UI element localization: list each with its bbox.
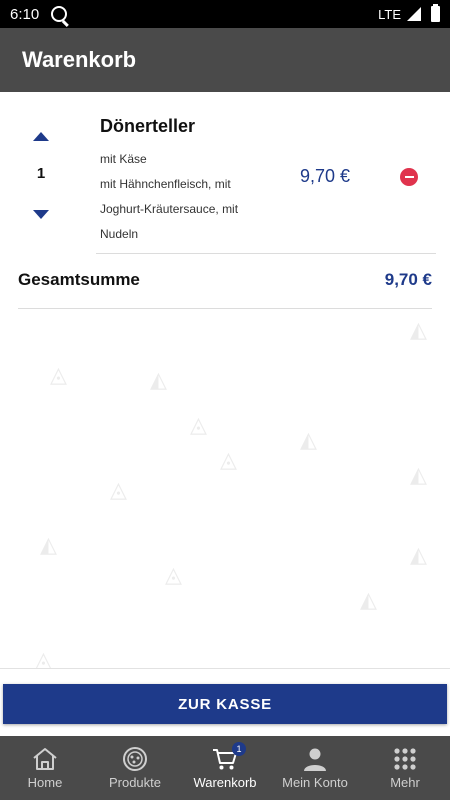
increase-quantity-arrow-icon[interactable] <box>33 132 49 141</box>
total-value: 9,70 € <box>384 270 432 289</box>
nav-label-mein-konto: Mein Konto <box>282 775 348 790</box>
nav-item-mehr[interactable]: Mehr <box>360 736 450 800</box>
nav-item-home[interactable]: Home <box>0 736 90 800</box>
background-pizza-icon: ◭ <box>360 587 377 612</box>
item-option: mit Hähnchenfleisch, mit <box>100 177 231 191</box>
page-title: Warenkorb <box>22 47 137 72</box>
background-pizza-icon: ◬ <box>110 477 127 502</box>
remove-item-button[interactable] <box>400 168 418 186</box>
quantity-value: 1 <box>36 165 46 182</box>
network-type: LTE <box>378 6 401 22</box>
cart-icon: 1 <box>212 742 246 772</box>
item-name: Dönerteller <box>100 116 196 136</box>
background-pizza-icon: ◭ <box>40 532 57 557</box>
status-indicators: LTE <box>378 4 440 22</box>
background-pizza-icon: ◬ <box>190 412 207 437</box>
divider <box>18 308 432 309</box>
pizza-icon <box>122 746 148 772</box>
background-pizza-icon: ◬ <box>165 562 182 587</box>
item-price: 9,70 € <box>300 166 351 186</box>
cart-content[interactable]: ◭ ◬ ◭ ◬ ◭ ◬ ◭ ◬ ◭ ◭ ◬ ◭ ◬ 1 Dönerteller … <box>0 92 450 668</box>
app-bar: Warenkorb <box>0 28 450 92</box>
background-pizza-icon: ◭ <box>410 462 427 487</box>
total-label: Gesamtsumme <box>18 270 140 289</box>
nav-label-mehr: Mehr <box>390 775 420 790</box>
divider <box>0 668 450 669</box>
nav-label-produkte: Produkte <box>108 775 162 790</box>
person-icon <box>302 746 328 772</box>
notification-icon <box>51 6 68 22</box>
item-option: mit Käse <box>100 152 147 166</box>
battery-icon <box>431 4 440 22</box>
nav-label-warenkorb: Warenkorb <box>193 775 257 790</box>
background-pizza-icon: ◭ <box>410 317 427 342</box>
cart-count-badge: 1 <box>232 742 246 756</box>
home-icon <box>32 746 58 772</box>
background-pizza-icon: ◬ <box>35 647 52 668</box>
cart-item: 1 Dönerteller mit Käse mit Hähnchenfleis… <box>0 92 450 254</box>
item-option: Joghurt-Kräutersauce, mit <box>100 202 239 216</box>
grid-icon <box>392 746 418 772</box>
decrease-quantity-arrow-icon[interactable] <box>33 210 49 219</box>
minus-icon <box>404 176 414 178</box>
status-bar: 6:10 LTE <box>0 0 450 28</box>
signal-icon <box>407 7 421 21</box>
background-pizza-icon: ◭ <box>300 427 317 452</box>
nav-item-mein-konto[interactable]: Mein Konto <box>270 736 360 800</box>
divider <box>96 253 436 254</box>
item-info: Dönerteller mit Käse mit Hähnchenfleisch… <box>100 116 280 247</box>
background-pizza-icon: ◭ <box>150 367 167 392</box>
background-pizza-icon: ◭ <box>410 542 427 567</box>
item-option: Nudeln <box>100 227 139 241</box>
total-row: Gesamtsumme 9,70 € <box>18 262 432 298</box>
background-pizza-icon: ◬ <box>220 447 237 472</box>
nav-label-home: Home <box>27 775 63 790</box>
nav-item-produkte[interactable]: Produkte <box>90 736 180 800</box>
checkout-button[interactable]: ZUR KASSE <box>3 684 447 724</box>
background-pizza-icon: ◬ <box>50 362 67 387</box>
bottom-navigation: Home Produkte 1 Warenkorb Mein Konto Meh… <box>0 736 450 800</box>
quantity-stepper: 1 <box>24 132 58 219</box>
status-time: 6:10 <box>10 5 40 23</box>
nav-item-warenkorb[interactable]: 1 Warenkorb <box>180 736 270 800</box>
